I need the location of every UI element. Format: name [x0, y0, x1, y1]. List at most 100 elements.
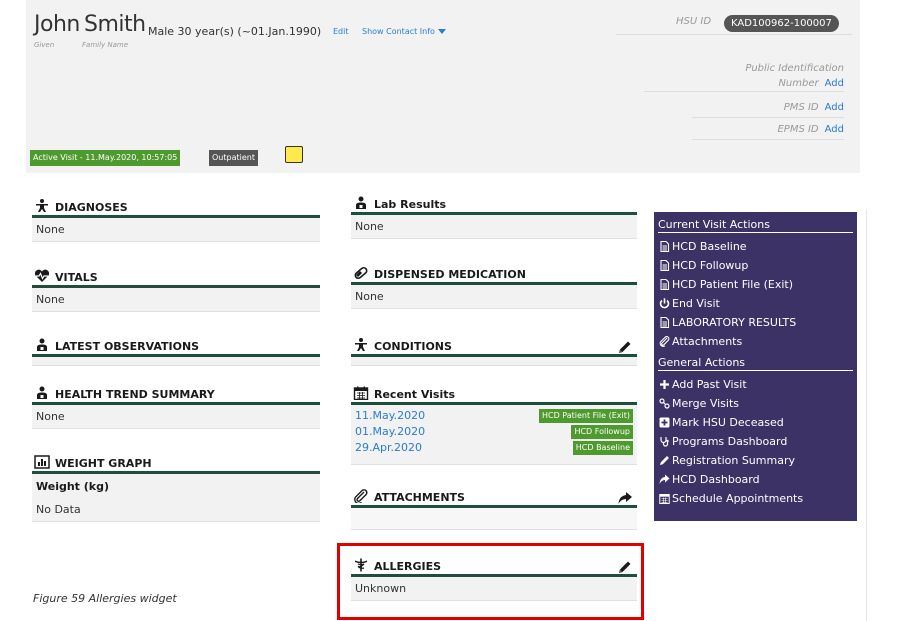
stethoscope-icon — [659, 436, 670, 447]
action-label: HCD Followup — [672, 259, 749, 272]
visit-date-link[interactable]: 11.May.2020 — [353, 409, 425, 422]
diagnoses-title: DIAGNOSES — [55, 201, 128, 214]
document-icon — [659, 260, 670, 271]
action-add-past-visit[interactable]: Add Past Visit — [658, 375, 853, 394]
observations-body — [32, 357, 320, 366]
visit-type-badge[interactable]: HCD Followup — [571, 425, 633, 439]
add-public-id-link[interactable]: Add — [825, 78, 844, 89]
action-label: Mark HSU Deceased — [672, 416, 784, 429]
dispensed-medication-header: DISPENSED MEDICATION — [351, 265, 637, 285]
action-hcd-followup[interactable]: HCD Followup — [658, 256, 853, 275]
visit-date-link[interactable]: 29.Apr.2020 — [353, 441, 422, 454]
action-attachments[interactable]: Attachments — [658, 332, 853, 351]
recent-visits-header: Recent Visits — [351, 385, 637, 405]
pms-id-label: PMS ID — [783, 102, 819, 113]
attachments-widget: ATTACHMENTS — [351, 488, 637, 530]
conditions-header: CONDITIONS — [351, 337, 637, 357]
visit-date-link[interactable]: 01.May.2020 — [353, 425, 425, 438]
visit-type-badge[interactable]: HCD Patient File (Exit) — [538, 409, 633, 423]
action-registration-summary[interactable]: Registration Summary — [658, 451, 853, 470]
calendar-icon — [353, 386, 369, 400]
action-label: Attachments — [672, 335, 743, 348]
pms-id-row: PMS ID Add — [692, 102, 844, 118]
link-icon — [659, 398, 670, 409]
visit-row: 01.May.2020 HCD Followup — [353, 424, 635, 440]
vitals-title: VITALS — [55, 271, 98, 284]
attachments-title: ATTACHMENTS — [374, 491, 465, 504]
observations-widget: LATEST OBSERVATIONS — [32, 337, 320, 366]
public-id-label-line1: Public Identification — [745, 63, 844, 74]
hsu-id-badge: KAD100962-100007 — [724, 15, 839, 32]
action-hcd-dashboard[interactable]: HCD Dashboard — [658, 470, 853, 489]
calendar-icon — [659, 493, 670, 504]
share-icon — [659, 474, 670, 485]
visit-row: 29.Apr.2020 HCD Baseline — [353, 440, 635, 456]
family-name: Smith — [84, 12, 146, 37]
lab-results-widget: Lab Results None — [351, 195, 637, 239]
patient-header: John Smith Given Family Name Male 30 yea… — [26, 0, 860, 173]
action-label: Schedule Appointments — [672, 492, 804, 505]
attachments-body — [351, 508, 637, 530]
action-label: HCD Baseline — [672, 240, 747, 253]
public-id-label-line2: Number — [778, 78, 819, 89]
epms-id-row: EPMS ID Add — [692, 124, 844, 140]
share-arrow-icon[interactable] — [617, 491, 633, 505]
weight-graph-body: Weight (kg) No Data — [32, 474, 320, 522]
header-gap — [860, 0, 866, 209]
add-epms-id-link[interactable]: Add — [825, 124, 844, 135]
edit-patient-link[interactable]: Edit — [333, 27, 349, 36]
action-schedule-appointments[interactable]: Schedule Appointments — [658, 489, 853, 508]
person-icon — [34, 199, 50, 213]
paperclip-icon — [659, 336, 670, 347]
page-right-divider — [866, 209, 867, 621]
diagnoses-value: None — [32, 218, 320, 242]
action-laboratory-results[interactable]: LABORATORY RESULTS — [658, 313, 853, 332]
visit-type-badge: Outpatient — [209, 150, 258, 166]
conditions-widget: CONDITIONS — [351, 337, 637, 366]
hsu-id-label: HSU ID — [676, 16, 712, 27]
action-hcd-baseline[interactable]: HCD Baseline — [658, 237, 853, 256]
public-id-row: Public Identification Number Add — [644, 61, 844, 92]
pencil-icon — [659, 455, 670, 466]
sticky-note-icon[interactable] — [285, 146, 303, 163]
action-hcd-patient-file-exit[interactable]: HCD Patient File (Exit) — [658, 275, 853, 294]
document-icon — [659, 241, 670, 252]
paperclip-icon — [353, 489, 369, 503]
edit-pencil-icon[interactable] — [617, 340, 633, 354]
action-merge-visits[interactable]: Merge Visits — [658, 394, 853, 413]
action-label: Add Past Visit — [672, 378, 747, 391]
show-contact-info-link[interactable]: Show Contact Info — [362, 27, 446, 36]
plus-square-icon — [659, 417, 670, 428]
current-visit-actions-heading: Current Visit Actions — [658, 218, 853, 233]
flask-icon — [34, 338, 50, 352]
vitals-header: VITALS — [32, 268, 320, 288]
add-pms-id-link[interactable]: Add — [825, 102, 844, 113]
bar-chart-icon — [34, 455, 50, 469]
family-name-label: Family Name — [82, 41, 129, 49]
caret-down-icon — [437, 29, 446, 34]
vitals-value: None — [32, 288, 320, 312]
health-trend-value: None — [32, 405, 320, 429]
action-label: Programs Dashboard — [672, 435, 788, 448]
action-programs-dashboard[interactable]: Programs Dashboard — [658, 432, 853, 451]
visit-row: 11.May.2020 HCD Patient File (Exit) — [353, 408, 635, 424]
action-end-visit[interactable]: End Visit — [658, 294, 853, 313]
visit-type-badge[interactable]: HCD Baseline — [572, 441, 633, 455]
action-label: HCD Patient File (Exit) — [672, 278, 794, 291]
weight-graph-header: WEIGHT GRAPH — [32, 454, 320, 474]
vitals-widget: VITALS None — [32, 268, 320, 312]
dispensed-medication-value: None — [351, 285, 637, 309]
show-contact-info-label: Show Contact Info — [362, 27, 435, 36]
dispensed-medication-title: DISPENSED MEDICATION — [374, 268, 526, 281]
patient-demographics: Male 30 year(s) (~01.Jan.1990) — [148, 25, 322, 38]
active-visit-badge[interactable]: Active Visit - 11.May.2020, 10:57:05 — [30, 150, 181, 166]
action-mark-hsu-deceased[interactable]: Mark HSU Deceased — [658, 413, 853, 432]
person-icon — [353, 338, 369, 352]
health-trend-widget: HEALTH TREND SUMMARY None — [32, 385, 320, 429]
health-trend-header: HEALTH TREND SUMMARY — [32, 385, 320, 405]
plus-icon — [659, 379, 670, 390]
figure-caption: Figure 59 Allergies widget — [33, 592, 177, 605]
recent-visits-widget: Recent Visits 11.May.2020 HCD Patient Fi… — [351, 385, 637, 465]
document-icon — [659, 317, 670, 328]
general-actions-heading: General Actions — [658, 356, 853, 371]
